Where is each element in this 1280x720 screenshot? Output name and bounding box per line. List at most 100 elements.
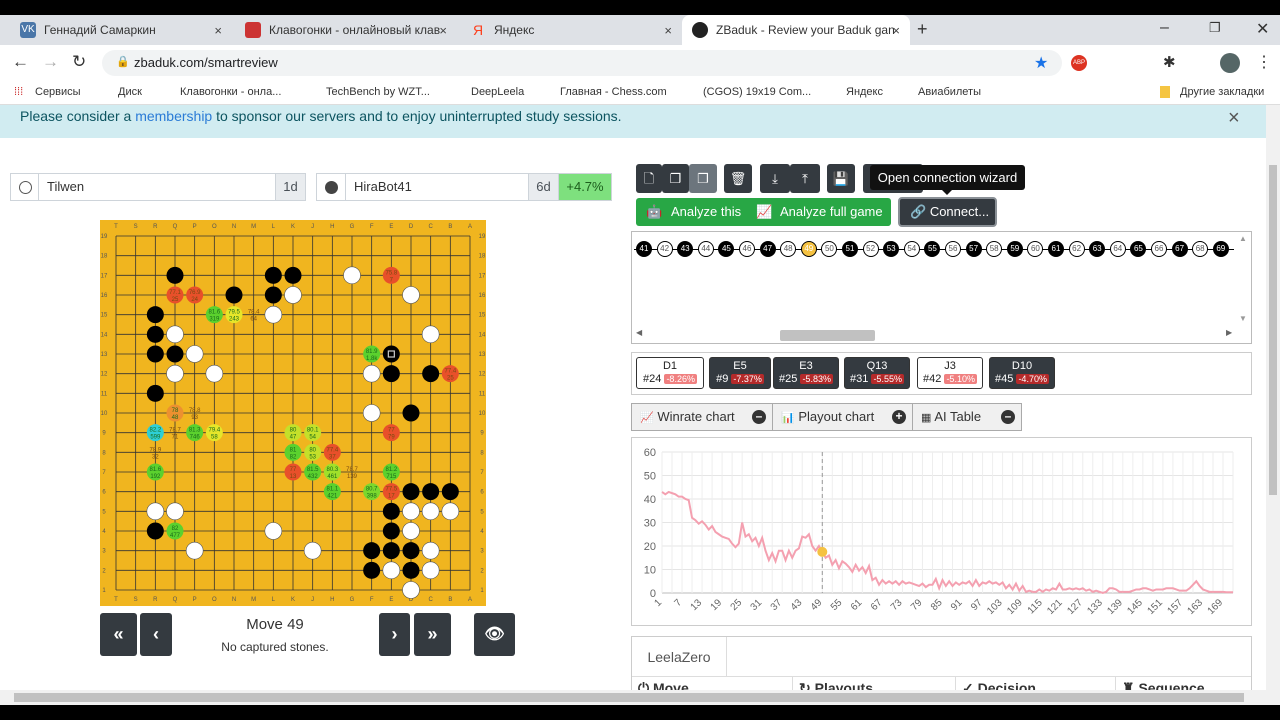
horizontal-scrollbar[interactable] — [0, 690, 1266, 705]
avatar[interactable] — [1220, 53, 1240, 73]
move-stone[interactable]: 67 — [1171, 241, 1188, 257]
move-stone[interactable]: 47 — [759, 241, 776, 257]
lock-icon[interactable]: 🔒 — [116, 55, 130, 68]
yandex-icon: Я — [472, 22, 484, 38]
mistake-move-number: #45 — [995, 373, 1014, 385]
move-stone[interactable]: 52 — [862, 241, 879, 257]
move-stone[interactable]: 49 — [800, 241, 817, 257]
move-stone[interactable]: 64 — [1109, 241, 1126, 257]
browser-tab[interactable]: VK Геннадий Самаркин × — [10, 15, 232, 45]
black-stone — [146, 306, 164, 324]
last-move-button[interactable]: » — [414, 613, 451, 656]
browser-tab-active[interactable]: ZBaduk - Review your Baduk gan × — [682, 15, 910, 45]
close-tab-icon[interactable]: × — [664, 23, 672, 38]
url-input[interactable]: zbaduk.com/smartreview — [102, 50, 1062, 76]
move-stone[interactable]: 44 — [697, 241, 714, 257]
x-tick-label: 145 — [1125, 597, 1145, 617]
forward-icon[interactable]: → — [42, 52, 59, 72]
move-stone[interactable]: 41 — [636, 241, 652, 257]
trash-icon[interactable]: 🗑 — [724, 164, 752, 193]
bookmark[interactable]: Яндекс — [846, 86, 883, 98]
bookmark[interactable]: Диск — [118, 86, 142, 98]
svg-text:80.1: 80.1 — [307, 428, 319, 434]
column-label: G — [350, 597, 355, 603]
move-stone[interactable]: 57 — [965, 241, 982, 257]
browser-tab[interactable]: Я Яндекс × — [460, 15, 682, 45]
move-stone[interactable]: 69 — [1212, 241, 1229, 257]
move-stone[interactable]: 51 — [842, 241, 858, 257]
candidate-move: 81.2715 — [382, 463, 400, 481]
bookmark[interactable]: Сервисы — [35, 86, 81, 98]
new-tab-icon[interactable]: + — [917, 19, 928, 40]
mistake-button[interactable]: D10 #45 -4.70% — [989, 357, 1055, 389]
x-tick-label: 91 — [949, 597, 965, 613]
move-stone[interactable]: 46 — [739, 241, 755, 257]
prev-move-button[interactable]: ‹ — [140, 613, 172, 656]
chart-tab[interactable]: ▦ AI Table – — [912, 403, 1022, 431]
chart-tab[interactable]: 📊 Playout chart + — [772, 403, 913, 431]
close-banner-icon[interactable]: × — [1228, 107, 1240, 130]
first-move-button[interactable]: « — [100, 613, 137, 656]
close-tab-icon[interactable]: × — [214, 23, 222, 38]
other-bookmarks[interactable]: Другие закладки — [1180, 86, 1264, 98]
move-stone[interactable]: 61 — [1048, 241, 1064, 257]
bookmark[interactable]: TechBench by WZT... — [326, 86, 430, 98]
minimize-icon[interactable]: – — [1160, 19, 1169, 37]
tab-leelazero[interactable]: LeelaZero — [632, 637, 727, 676]
analyze-full-game-button[interactable]: Analyze full game — [780, 198, 883, 226]
svg-text:82: 82 — [172, 526, 179, 532]
move-stone[interactable]: 42 — [656, 241, 673, 257]
connect-button[interactable]: 🔗 Connect... — [898, 197, 997, 227]
move-stone[interactable]: 66 — [1151, 241, 1167, 257]
mistake-button[interactable]: E3 #25 -5.83% — [773, 357, 839, 389]
save-icon[interactable]: 💾 — [827, 164, 855, 193]
black-stone — [402, 404, 420, 422]
membership-link[interactable]: membership — [135, 108, 212, 124]
download-icon[interactable]: ⤓ — [760, 164, 790, 193]
window-close-icon[interactable]: ✕ — [1256, 19, 1269, 39]
back-icon[interactable]: ← — [12, 52, 29, 72]
move-stone[interactable]: 62 — [1068, 241, 1085, 257]
maximize-icon[interactable]: ❐ — [1209, 20, 1221, 36]
move-stone[interactable]: 59 — [1006, 241, 1023, 257]
mistake-button[interactable]: J3 #42 -5.10% — [917, 357, 983, 389]
vertical-scrollbar[interactable] — [1266, 105, 1280, 705]
move-stone[interactable]: 54 — [903, 241, 920, 257]
close-tab-icon[interactable]: × — [439, 23, 447, 38]
bookmark[interactable]: (CGOS) 19x19 Com... — [703, 86, 811, 98]
mistake-button[interactable]: E5 #9 -7.37% — [709, 357, 771, 389]
bookmark[interactable]: DeepLeela — [471, 86, 524, 98]
white-stone — [421, 502, 440, 521]
mistake-button[interactable]: Q13 #31 -5.55% — [844, 357, 910, 389]
x-tick-label: 43 — [789, 597, 805, 613]
analyze-this-button[interactable]: Analyze this — [671, 198, 741, 226]
adblock-icon[interactable]: ABP — [1071, 55, 1087, 71]
bookmark[interactable]: Авиабилеты — [918, 86, 981, 98]
bookmark-star-icon[interactable]: ★ — [1034, 53, 1048, 73]
next-move-button[interactable]: › — [379, 613, 410, 656]
extensions-icon[interactable]: ✱ — [1163, 53, 1176, 71]
eye-toggle-button[interactable]: 👁 — [474, 613, 515, 656]
window-top-bar — [0, 0, 1280, 15]
paste-icon[interactable]: ❐ — [689, 164, 717, 193]
row-label: 15 — [101, 313, 108, 319]
menu-icon[interactable]: ⋮ — [1256, 52, 1272, 72]
mistake-button[interactable]: D1 #24 -8.26% — [636, 357, 704, 389]
browser-tab[interactable]: Клавогонки - онлайновый клав × — [235, 15, 457, 45]
black-player-name[interactable]: HiraBot41 — [345, 173, 529, 201]
winrate-chart[interactable]: 0 10 20 30 40 50 60 1 7 13 19 25 31 37 43 49 55 61 67 73 79 8… — [631, 437, 1252, 626]
copy-icon[interactable]: ❐ — [662, 164, 689, 193]
reload-icon[interactable]: ↻ — [72, 52, 86, 72]
upload-icon[interactable]: ⤒ — [790, 164, 820, 193]
bookmark[interactable]: Клавогонки - онла... — [180, 86, 281, 98]
white-player-name[interactable]: Tilwen — [38, 173, 276, 201]
new-file-icon[interactable]: 🗋 — [636, 164, 662, 193]
move-stone[interactable]: 56 — [945, 241, 961, 257]
white-stone — [166, 325, 184, 344]
bookmark[interactable]: Главная - Chess.com — [560, 86, 667, 98]
close-tab-icon[interactable]: × — [892, 23, 900, 38]
chart-tab[interactable]: 📈 Winrate chart – — [631, 403, 773, 431]
horizontal-scrollbar-thumb[interactable] — [780, 330, 875, 341]
svg-text:81.6: 81.6 — [149, 467, 161, 473]
go-board[interactable]: T T 19 19 S S 18 18 R R 17 17 Q Q 16 16 P P 15 15 O O 14 14 N N 13… — [100, 220, 486, 606]
